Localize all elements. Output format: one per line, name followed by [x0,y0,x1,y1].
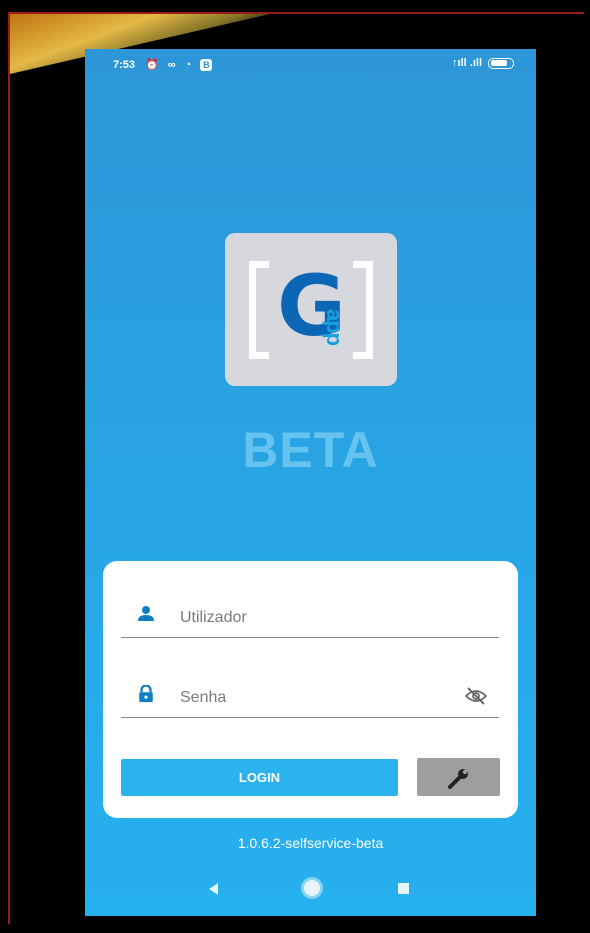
left-bracket-icon [249,261,269,359]
system-icons: ↑ıll .ıll [452,57,514,69]
password-placeholder: Senha [180,689,227,706]
back-icon[interactable] [209,883,218,895]
phone-screen: 7:53 ⏰ ∞ ◔ B ↑ıll .ıll G app BETA Utiliz… [85,49,536,916]
status-time: 7:53 [113,59,136,71]
right-bracket-icon [353,261,373,359]
app-logo: G app [225,233,397,386]
beta-label: BETA [242,422,379,478]
screenshot-frame: 7:53 ⏰ ∞ ◔ B ↑ıll .ıll G app BETA Utiliz… [8,12,584,924]
status-bar: 7:53 ⏰ ∞ ◔ B ↑ıll .ıll [85,49,536,83]
android-nav-bar [85,866,536,916]
wrench-icon [448,769,468,789]
recent-apps-icon[interactable] [398,883,409,894]
eye-off-icon[interactable] [465,687,487,705]
settings-button[interactable] [417,758,500,796]
lock-icon [139,685,153,703]
signal-icon: ↑ıll .ıll [452,57,482,69]
logo-subtext: app [322,309,347,346]
battery-icon [488,57,514,69]
username-field[interactable]: Utilizador [121,595,499,638]
app-version: 1.0.6.2-selfservice-beta [237,835,384,851]
home-icon[interactable] [304,880,320,896]
password-field[interactable]: Senha [121,675,499,718]
notification-icons-text: ⏰ ∞ ◔ [145,59,195,71]
notification-icons: ⏰ ∞ ◔ B [145,58,213,71]
username-placeholder: Utilizador [180,609,247,626]
b-badge-icon: B [200,59,213,71]
login-card: Utilizador Senha LOGIN [103,561,518,818]
user-icon [138,606,154,621]
login-button[interactable]: LOGIN [121,759,398,796]
